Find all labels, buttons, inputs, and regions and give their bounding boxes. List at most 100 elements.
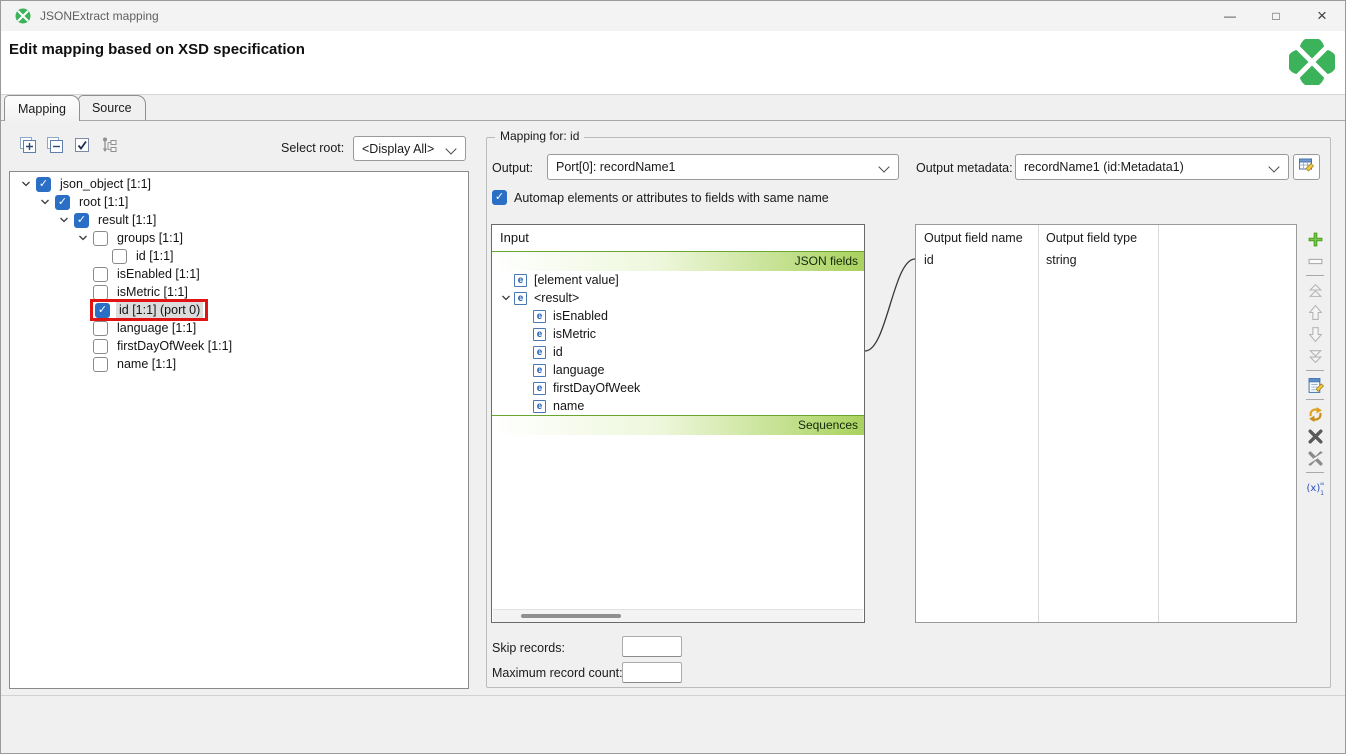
maximize-button[interactable]: □ xyxy=(1253,1,1299,31)
tree-item-checkbox[interactable] xyxy=(95,303,110,318)
tree-item-checkbox[interactable] xyxy=(93,321,108,336)
element-badge-icon: e xyxy=(514,274,527,287)
json-field-item[interactable]: elanguage xyxy=(492,361,864,379)
json-field-item[interactable]: e isMetric xyxy=(492,325,864,343)
json-field-label: isMetric xyxy=(553,327,596,341)
tree-item[interactable]: groups [1:1] xyxy=(10,229,468,247)
element-badge-icon: e xyxy=(533,328,546,341)
expand-all-icon[interactable] xyxy=(17,134,39,156)
json-fields-tree: e[element value]e<result>eisEnabledeisMe… xyxy=(492,271,864,415)
skip-records-input[interactable] xyxy=(622,636,682,657)
tree-item-checkbox[interactable] xyxy=(112,249,127,264)
automap-checkbox[interactable] xyxy=(492,190,507,205)
tree-item[interactable]: firstDayOfWeek [1:1] xyxy=(10,337,468,355)
check-all-icon[interactable] xyxy=(71,134,93,156)
move-top-icon xyxy=(1304,280,1326,300)
move-bottom-icon xyxy=(1304,346,1326,366)
output-table-rows: idstring xyxy=(916,251,1296,269)
expander-icon[interactable] xyxy=(16,175,36,193)
tree-item-checkbox[interactable] xyxy=(36,177,51,192)
json-field-item[interactable]: eid xyxy=(492,343,864,361)
tab-mapping[interactable]: Mapping xyxy=(4,95,80,121)
tree-item[interactable]: root [1:1] xyxy=(10,193,468,211)
clear-mapping-icon[interactable] xyxy=(1304,426,1326,446)
json-field-item[interactable]: e <result> xyxy=(492,289,864,307)
groupbox-legend: Mapping for: id xyxy=(495,129,584,143)
expander-icon[interactable] xyxy=(73,229,93,247)
json-field-item[interactable]: ename xyxy=(492,397,864,415)
json-field-label: firstDayOfWeek xyxy=(553,381,640,395)
row-content: firstDayOfWeek [1:1] xyxy=(93,338,235,354)
expander-spacer xyxy=(73,319,93,337)
column-divider xyxy=(1038,225,1039,622)
mapping-groupbox: Mapping for: id Output: Port[0]: recordN… xyxy=(486,137,1331,688)
tree-item[interactable]: id [1:1] (port 0) xyxy=(10,301,468,319)
automap-option: Automap elements or attributes to fields… xyxy=(492,190,829,205)
tab-source-label: Source xyxy=(92,101,132,115)
expander-spacer xyxy=(517,325,533,343)
tree-item-label: isEnabled [1:1] xyxy=(114,266,203,282)
page-title: Edit mapping based on XSD specification xyxy=(9,41,305,58)
json-field-item[interactable]: e [element value] xyxy=(492,271,864,289)
tree-item-checkbox[interactable] xyxy=(93,267,108,282)
tree-item-checkbox[interactable] xyxy=(74,213,89,228)
tree-item-checkbox[interactable] xyxy=(93,231,108,246)
xsd-tree: json_object [1:1]root [1:1] result [1:1]g… xyxy=(9,171,469,689)
tree-item[interactable]: isEnabled [1:1] xyxy=(10,265,468,283)
tree-item-checkbox[interactable] xyxy=(93,339,108,354)
tree-item-checkbox[interactable] xyxy=(55,195,70,210)
collapse-all-icon[interactable] xyxy=(44,134,66,156)
tree-item[interactable]: isMetric [1:1] xyxy=(10,283,468,301)
tree-item[interactable]: json_object [1:1] xyxy=(10,175,468,193)
tree-item-label: language [1:1] xyxy=(114,320,199,336)
tab-source[interactable]: Source xyxy=(78,95,146,120)
tree-item[interactable]: language [1:1] xyxy=(10,319,468,337)
input-panel-title: Input xyxy=(492,225,864,251)
output-metadata-combobox[interactable]: recordName1 (id:Metadata1) xyxy=(1015,154,1289,180)
minimize-button[interactable]: — xyxy=(1207,1,1253,31)
expander-icon[interactable] xyxy=(498,289,514,307)
json-field-label: name xyxy=(553,399,584,413)
automap-icon[interactable] xyxy=(1304,404,1326,424)
element-badge-icon: e xyxy=(533,400,546,413)
tree-item-label: root [1:1] xyxy=(76,194,131,210)
select-root-combobox[interactable]: <Display All> xyxy=(353,136,466,161)
tree-item[interactable]: name [1:1] xyxy=(10,355,468,373)
tree-item[interactable]: result [1:1] xyxy=(10,211,468,229)
json-field-item[interactable]: eisEnabled xyxy=(492,307,864,325)
tree-item-label: result [1:1] xyxy=(95,212,159,228)
close-button[interactable]: × xyxy=(1299,1,1345,31)
json-field-label: <result> xyxy=(534,291,579,305)
expander-spacer xyxy=(92,247,112,265)
edit-metadata-button[interactable] xyxy=(1293,154,1320,180)
expander-spacer xyxy=(73,355,93,373)
output-table-row[interactable]: idstring xyxy=(916,251,1296,269)
element-badge-icon: e xyxy=(533,310,546,323)
output-table-column-header: Output field name xyxy=(916,231,1038,245)
move-down-icon xyxy=(1304,324,1326,344)
max-record-count-label: Maximum record count: xyxy=(492,666,623,680)
json-field-item[interactable]: efirstDayOfWeek xyxy=(492,379,864,397)
tree-item-checkbox[interactable] xyxy=(93,357,108,372)
sequence-field-icon[interactable]: (x)∞1 xyxy=(1304,477,1326,497)
json-field-label: [element value] xyxy=(534,273,619,287)
expander-icon[interactable] xyxy=(54,211,74,229)
skip-records-label: Skip records: xyxy=(492,641,565,655)
element-badge-icon: e xyxy=(514,292,527,305)
scrollbar-thumb[interactable] xyxy=(521,614,621,618)
tab-bar: Mapping Source xyxy=(1,95,1345,121)
tree-item-checkbox[interactable] xyxy=(93,285,108,300)
window-title: JSONExtract mapping xyxy=(40,9,159,23)
max-record-count-input[interactable] xyxy=(622,662,682,683)
tree-structure-icon[interactable] xyxy=(98,134,120,156)
move-up-icon xyxy=(1304,302,1326,322)
output-combobox[interactable]: Port[0]: recordName1 xyxy=(547,154,899,180)
expander-spacer xyxy=(517,361,533,379)
automap-label: Automap elements or attributes to fields… xyxy=(514,191,829,205)
tree-item[interactable]: id [1:1] xyxy=(10,247,468,265)
add-field-icon[interactable] xyxy=(1304,229,1326,249)
clear-all-mappings-icon[interactable] xyxy=(1304,448,1326,468)
horizontal-scrollbar[interactable] xyxy=(493,609,863,622)
edit-metadata-icon[interactable] xyxy=(1304,375,1326,395)
expander-icon[interactable] xyxy=(35,193,55,211)
